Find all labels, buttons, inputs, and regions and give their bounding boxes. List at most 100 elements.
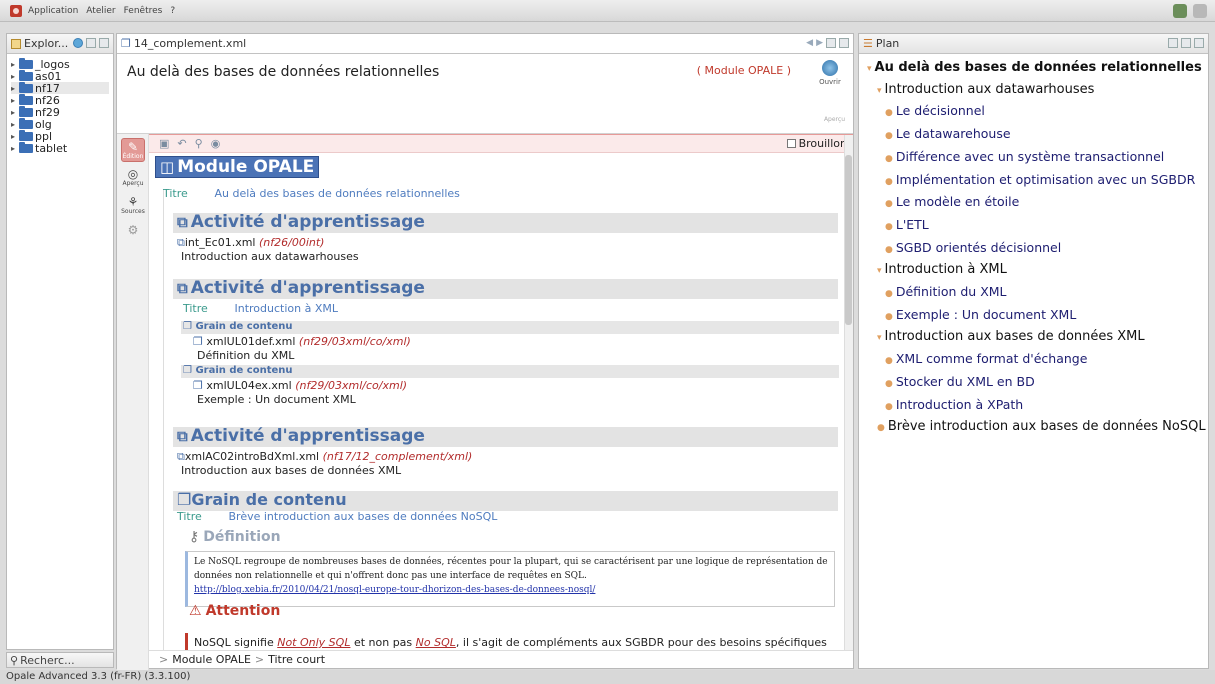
plan-item[interactable]: ▾ Introduction aux datawarhouses: [867, 80, 1200, 102]
grain-file-line[interactable]: ❐ xmlUL01def.xml (nf29/03xml/co/xml): [193, 335, 411, 348]
collapse-arrow-icon[interactable]: ▾: [877, 333, 882, 343]
undo-icon[interactable]: ↶: [177, 137, 186, 150]
plan-item[interactable]: ▾ Introduction à XML: [867, 260, 1200, 282]
maximize-icon[interactable]: [839, 38, 849, 48]
expand-arrow-icon[interactable]: ▸: [11, 60, 19, 69]
tree-item-nf26[interactable]: ▸ nf26: [11, 93, 109, 107]
grain-heading[interactable]: ❐ Grain de contenu: [183, 321, 293, 332]
definition-link[interactable]: http://blog.xebia.fr/2010/04/21/nosql-eu…: [194, 583, 828, 597]
bullet-icon: ●: [885, 311, 893, 322]
plan-item[interactable]: ● Le modèle en étoile: [867, 192, 1200, 215]
menu-fenetres[interactable]: Fenêtres: [124, 6, 163, 16]
preview-label[interactable]: Aperçu: [824, 116, 845, 123]
forward-icon[interactable]: ▶: [816, 38, 823, 48]
document-header: Au delà des bases de données relationnel…: [117, 54, 853, 134]
mode-preview-button[interactable]: ◎ Aperçu: [121, 166, 145, 190]
save-icon[interactable]: ▣: [159, 137, 169, 150]
back-icon[interactable]: ◀: [806, 38, 813, 48]
definition-heading[interactable]: ⚷ Définition: [189, 529, 281, 545]
target-icon[interactable]: ◉: [211, 137, 221, 150]
document-type-link[interactable]: ( Module OPALE ): [697, 64, 791, 77]
plan-item[interactable]: ▾ Introduction aux bases de données XML: [867, 327, 1200, 349]
activity-titre-row[interactable]: Titre Introduction à XML: [183, 302, 338, 315]
activity-heading[interactable]: ⧉ Activité d'apprentissage: [177, 212, 425, 232]
expand-arrow-icon[interactable]: ▸: [11, 144, 19, 153]
window-icon[interactable]: [1193, 4, 1207, 18]
editor-tab-label[interactable]: 14_complement.xml: [134, 37, 246, 50]
expand-arrow-icon[interactable]: ▸: [11, 84, 19, 93]
collapse-arrow-icon[interactable]: ▾: [877, 86, 882, 96]
expand-arrow-icon[interactable]: ▸: [11, 96, 19, 105]
expand-arrow-icon[interactable]: ▸: [11, 72, 19, 81]
maximize-icon[interactable]: [1194, 38, 1204, 48]
plan-item[interactable]: ● XML comme format d'échange: [867, 349, 1200, 372]
explorer-tab-label[interactable]: Explor...: [24, 37, 68, 50]
plan-item[interactable]: ● Différence avec un système transactionn…: [867, 147, 1200, 170]
plan-item[interactable]: ● Implémentation et optimisation avec un …: [867, 170, 1200, 193]
grain-heading[interactable]: ❐Grain de contenu: [177, 490, 347, 509]
plan-item[interactable]: ● Brève introduction aux bases de données…: [867, 417, 1206, 439]
menu-application[interactable]: Application: [28, 6, 78, 16]
open-button[interactable]: Ouvrir: [817, 60, 843, 92]
mode-settings-button[interactable]: ⚙: [121, 222, 145, 246]
minimize-icon[interactable]: [86, 38, 96, 48]
plan-tab-label[interactable]: Plan: [876, 37, 899, 50]
draft-checkbox[interactable]: [786, 139, 796, 148]
plan-item-label: Stocker du XML en BD: [895, 373, 1035, 389]
restore-icon[interactable]: [1181, 38, 1191, 48]
tree-item-nf17[interactable]: ▸ nf17: [11, 81, 109, 95]
maximize-icon[interactable]: [99, 38, 109, 48]
grain-titre-row[interactable]: Titre Brève introduction aux bases de do…: [177, 510, 497, 523]
grain-title: Grain de contenu: [195, 321, 293, 332]
draft-toggle[interactable]: Brouillon: [786, 137, 847, 150]
expand-arrow-icon[interactable]: ▸: [11, 120, 19, 129]
minimize-icon[interactable]: [826, 38, 836, 48]
tree-item-olg[interactable]: ▸ olg: [11, 117, 109, 131]
activity-heading[interactable]: ⧉ Activité d'apprentissage: [177, 426, 425, 446]
grain-file-line[interactable]: ❐ xmlUL04ex.xml (nf29/03xml/co/xml): [193, 379, 407, 392]
breadcrumb-item-module[interactable]: Module OPALE: [172, 653, 251, 666]
plan-item[interactable]: ● L'ETL: [867, 215, 1200, 238]
collapse-arrow-icon[interactable]: ▾: [867, 64, 872, 74]
plan-item[interactable]: ● Introduction à XPath: [867, 395, 1200, 418]
mode-sources-button[interactable]: ⚘ Sources: [121, 194, 145, 218]
module-heading[interactable]: ◫ Module OPALE: [155, 156, 320, 178]
expand-arrow-icon[interactable]: ▸: [11, 108, 19, 117]
bullet-icon: ●: [885, 153, 893, 164]
menu-help[interactable]: ?: [170, 6, 175, 16]
scrollbar-thumb[interactable]: [845, 155, 852, 325]
tree-item-nf29[interactable]: ▸ nf29: [11, 105, 109, 119]
search-tab[interactable]: ⚲ Recherc...: [6, 652, 114, 668]
attention-title: Attention: [205, 603, 281, 619]
titre-label: Titre: [183, 302, 208, 315]
tree-item-logos[interactable]: ▸ _logos: [11, 57, 109, 71]
sync-icon[interactable]: [73, 38, 83, 48]
plan-item[interactable]: ● SGBD orientés décisionnel: [867, 238, 1200, 261]
pin-icon[interactable]: ⚲: [195, 137, 203, 150]
breadcrumb-item-titre[interactable]: Titre court: [268, 653, 325, 666]
collapse-arrow-icon[interactable]: ▾: [877, 266, 882, 276]
perspective-icon[interactable]: [1173, 4, 1187, 18]
activity-heading[interactable]: ⧉ Activité d'apprentissage: [177, 278, 425, 298]
plan-item[interactable]: ● Le datawarehouse: [867, 124, 1200, 147]
tree-item-tablet[interactable]: ▸ tablet: [11, 141, 109, 155]
minimize-icon[interactable]: [1168, 38, 1178, 48]
activity-file-line[interactable]: ⧉xmlAC02introBdXml.xml (nf17/12_compleme…: [177, 450, 472, 464]
plan-item[interactable]: ● Stocker du XML en BD: [867, 372, 1200, 395]
module-titre-row[interactable]: Titre Au delà des bases de données relat…: [163, 187, 460, 200]
definition-box[interactable]: Le NoSQL regroupe de nombreuses bases de…: [185, 551, 835, 607]
plan-item[interactable]: ▾ Au delà des bases de données relationne…: [867, 58, 1202, 80]
mode-edit-button[interactable]: ✎ Édition: [121, 138, 145, 162]
plan-item[interactable]: ● Définition du XML: [867, 282, 1200, 305]
editor-scrollbar[interactable]: [844, 135, 853, 650]
plan-item[interactable]: ● Le décisionnel: [867, 101, 1200, 124]
tree-item-ppl[interactable]: ▸ ppl: [11, 129, 109, 143]
attention-box[interactable]: NoSQL signifie Not Only SQL et non pas N…: [185, 633, 835, 650]
attention-heading[interactable]: ⚠ Attention: [189, 603, 280, 619]
menu-atelier[interactable]: Atelier: [86, 6, 115, 16]
plan-item[interactable]: ● Exemple : Un document XML: [867, 305, 1200, 328]
activity-file-line[interactable]: ⧉int_Ec01.xml (nf26/00int): [177, 236, 324, 250]
grain-heading[interactable]: ❐ Grain de contenu: [183, 365, 293, 376]
expand-arrow-icon[interactable]: ▸: [11, 132, 19, 141]
tree-item-as01[interactable]: ▸ as01: [11, 69, 109, 83]
